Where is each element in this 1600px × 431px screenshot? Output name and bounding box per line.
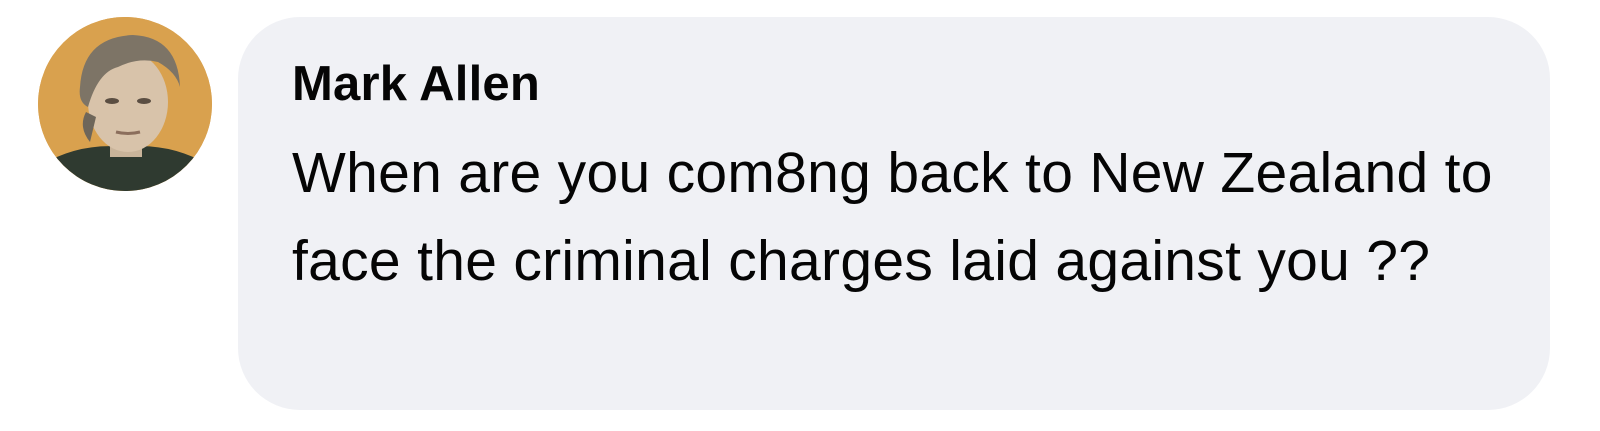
comment-author[interactable]: Mark Allen bbox=[292, 53, 1510, 115]
comment-bubble: Mark Allen When are you com8ng back to N… bbox=[238, 17, 1550, 410]
comment: Mark Allen When are you com8ng back to N… bbox=[0, 0, 1600, 431]
profile-photo-icon bbox=[38, 17, 212, 191]
avatar[interactable] bbox=[38, 17, 212, 191]
comment-text: When are you com8ng back to New Zealand … bbox=[292, 141, 1493, 293]
